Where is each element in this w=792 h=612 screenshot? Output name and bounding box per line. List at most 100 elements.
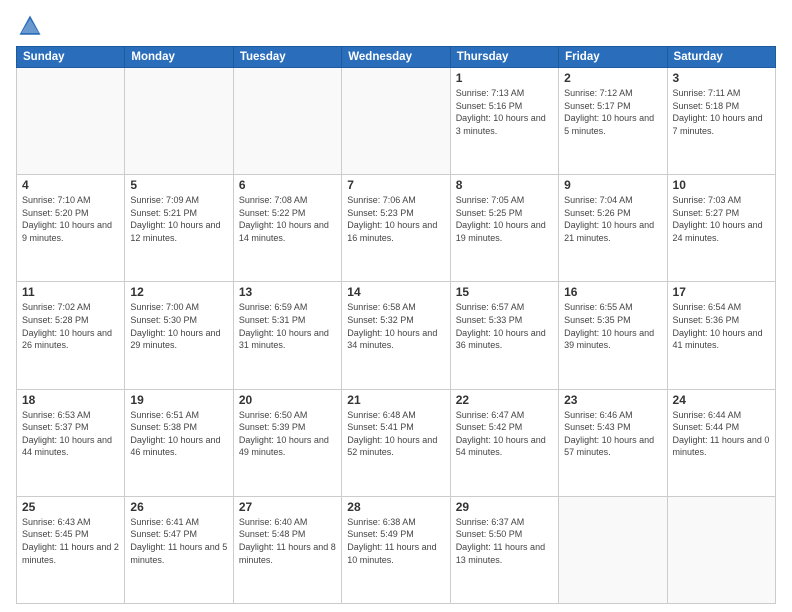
day-info: Sunrise: 6:57 AMSunset: 5:33 PMDaylight:… [456,301,553,351]
day-info: Sunrise: 6:41 AMSunset: 5:47 PMDaylight:… [130,516,227,566]
calendar-cell: 7 Sunrise: 7:06 AMSunset: 5:23 PMDaylight… [342,175,450,282]
calendar-cell [559,496,667,603]
weekday-header: Sunday [17,47,125,68]
weekday-header: Monday [125,47,233,68]
calendar-cell: 1 Sunrise: 7:13 AMSunset: 5:16 PMDaylight… [450,68,558,175]
day-number: 5 [130,178,227,192]
weekday-header: Wednesday [342,47,450,68]
day-info: Sunrise: 7:08 AMSunset: 5:22 PMDaylight:… [239,194,336,244]
day-number: 15 [456,285,553,299]
calendar-cell: 13 Sunrise: 6:59 AMSunset: 5:31 PMDayligh… [233,282,341,389]
calendar-cell: 22Sunrise: 6:47 AMSunset: 5:42 PMDayligh… [450,389,558,496]
day-info: Sunrise: 7:12 AMSunset: 5:17 PMDaylight:… [564,87,661,137]
day-number: 23 [564,393,661,407]
day-number: 1 [456,71,553,85]
calendar-week-row: 11Sunrise: 7:02 AMSunset: 5:28 PMDayligh… [17,282,776,389]
day-number: 21 [347,393,444,407]
calendar-cell: 21 Sunrise: 6:48 AMSunset: 5:41 PMDayligh… [342,389,450,496]
day-number: 7 [347,178,444,192]
weekday-row: SundayMondayTuesdayWednesdayThursdayFrid… [17,47,776,68]
calendar-table: SundayMondayTuesdayWednesdayThursdayFrid… [16,46,776,604]
calendar-cell: 10 Sunrise: 7:03 AMSunset: 5:27 PMDayligh… [667,175,775,282]
calendar-cell [233,68,341,175]
day-number: 25 [22,500,119,514]
calendar-cell: 27 Sunrise: 6:40 AMSunset: 5:48 PMDayligh… [233,496,341,603]
calendar-cell: 12Sunrise: 7:00 AMSunset: 5:30 PMDayligh… [125,282,233,389]
day-info: Sunrise: 7:04 AMSunset: 5:26 PMDaylight:… [564,194,661,244]
calendar-cell: 11Sunrise: 7:02 AMSunset: 5:28 PMDayligh… [17,282,125,389]
day-number: 9 [564,178,661,192]
day-number: 13 [239,285,336,299]
day-info: Sunrise: 6:37 AMSunset: 5:50 PMDaylight:… [456,516,553,566]
calendar-cell: 5Sunrise: 7:09 AMSunset: 5:21 PMDaylight… [125,175,233,282]
day-info: Sunrise: 6:54 AMSunset: 5:36 PMDaylight:… [673,301,770,351]
day-info: Sunrise: 6:43 AMSunset: 5:45 PMDaylight:… [22,516,119,566]
calendar-cell: 16 Sunrise: 6:55 AMSunset: 5:35 PMDayligh… [559,282,667,389]
weekday-header: Saturday [667,47,775,68]
day-info: Sunrise: 7:02 AMSunset: 5:28 PMDaylight:… [22,301,119,351]
day-number: 27 [239,500,336,514]
day-info: Sunrise: 6:55 AMSunset: 5:35 PMDaylight:… [564,301,661,351]
calendar-week-row: 1 Sunrise: 7:13 AMSunset: 5:16 PMDaylight… [17,68,776,175]
calendar-cell: 17 Sunrise: 6:54 AMSunset: 5:36 PMDayligh… [667,282,775,389]
calendar-cell: 3 Sunrise: 7:11 AMSunset: 5:18 PMDaylight… [667,68,775,175]
calendar-cell: 24 Sunrise: 6:44 AMSunset: 5:44 PMDayligh… [667,389,775,496]
header [16,12,776,40]
day-info: Sunrise: 7:05 AMSunset: 5:25 PMDaylight:… [456,194,553,244]
day-number: 16 [564,285,661,299]
day-info: Sunrise: 6:53 AMSunset: 5:37 PMDaylight:… [22,409,119,459]
day-info: Sunrise: 6:44 AMSunset: 5:44 PMDaylight:… [673,409,770,459]
calendar-cell: 26 Sunrise: 6:41 AMSunset: 5:47 PMDayligh… [125,496,233,603]
weekday-header: Thursday [450,47,558,68]
calendar-cell: 25 Sunrise: 6:43 AMSunset: 5:45 PMDayligh… [17,496,125,603]
day-info: Sunrise: 7:13 AMSunset: 5:16 PMDaylight:… [456,87,553,137]
calendar-cell [17,68,125,175]
day-number: 8 [456,178,553,192]
calendar-cell [342,68,450,175]
day-number: 26 [130,500,227,514]
calendar-body: 1 Sunrise: 7:13 AMSunset: 5:16 PMDaylight… [17,68,776,604]
calendar-cell: 9 Sunrise: 7:04 AMSunset: 5:26 PMDaylight… [559,175,667,282]
day-info: Sunrise: 6:50 AMSunset: 5:39 PMDaylight:… [239,409,336,459]
day-number: 2 [564,71,661,85]
day-info: Sunrise: 7:00 AMSunset: 5:30 PMDaylight:… [130,301,227,351]
calendar-cell: 15 Sunrise: 6:57 AMSunset: 5:33 PMDayligh… [450,282,558,389]
day-number: 24 [673,393,770,407]
day-info: Sunrise: 7:03 AMSunset: 5:27 PMDaylight:… [673,194,770,244]
day-number: 20 [239,393,336,407]
calendar-cell: 29Sunrise: 6:37 AMSunset: 5:50 PMDayligh… [450,496,558,603]
calendar-week-row: 4 Sunrise: 7:10 AMSunset: 5:20 PMDaylight… [17,175,776,282]
day-info: Sunrise: 7:11 AMSunset: 5:18 PMDaylight:… [673,87,770,137]
day-number: 6 [239,178,336,192]
day-number: 10 [673,178,770,192]
day-number: 28 [347,500,444,514]
logo-icon [16,12,44,40]
day-number: 18 [22,393,119,407]
calendar-header: SundayMondayTuesdayWednesdayThursdayFrid… [17,47,776,68]
day-info: Sunrise: 6:40 AMSunset: 5:48 PMDaylight:… [239,516,336,566]
day-info: Sunrise: 6:48 AMSunset: 5:41 PMDaylight:… [347,409,444,459]
day-number: 17 [673,285,770,299]
calendar-cell: 23Sunrise: 6:46 AMSunset: 5:43 PMDayligh… [559,389,667,496]
day-info: Sunrise: 7:06 AMSunset: 5:23 PMDaylight:… [347,194,444,244]
calendar-week-row: 25 Sunrise: 6:43 AMSunset: 5:45 PMDayligh… [17,496,776,603]
day-info: Sunrise: 6:51 AMSunset: 5:38 PMDaylight:… [130,409,227,459]
calendar-cell [125,68,233,175]
calendar-cell: 2 Sunrise: 7:12 AMSunset: 5:17 PMDaylight… [559,68,667,175]
day-info: Sunrise: 7:10 AMSunset: 5:20 PMDaylight:… [22,194,119,244]
calendar-cell: 8 Sunrise: 7:05 AMSunset: 5:25 PMDaylight… [450,175,558,282]
calendar-cell: 28 Sunrise: 6:38 AMSunset: 5:49 PMDayligh… [342,496,450,603]
calendar-cell: 20 Sunrise: 6:50 AMSunset: 5:39 PMDayligh… [233,389,341,496]
day-info: Sunrise: 6:59 AMSunset: 5:31 PMDaylight:… [239,301,336,351]
day-number: 19 [130,393,227,407]
logo [16,12,48,40]
day-info: Sunrise: 6:38 AMSunset: 5:49 PMDaylight:… [347,516,444,566]
day-number: 4 [22,178,119,192]
weekday-header: Friday [559,47,667,68]
page: SundayMondayTuesdayWednesdayThursdayFrid… [0,0,792,612]
day-number: 14 [347,285,444,299]
day-number: 3 [673,71,770,85]
calendar-cell: 18 Sunrise: 6:53 AMSunset: 5:37 PMDayligh… [17,389,125,496]
calendar-cell: 19 Sunrise: 6:51 AMSunset: 5:38 PMDayligh… [125,389,233,496]
day-number: 22 [456,393,553,407]
